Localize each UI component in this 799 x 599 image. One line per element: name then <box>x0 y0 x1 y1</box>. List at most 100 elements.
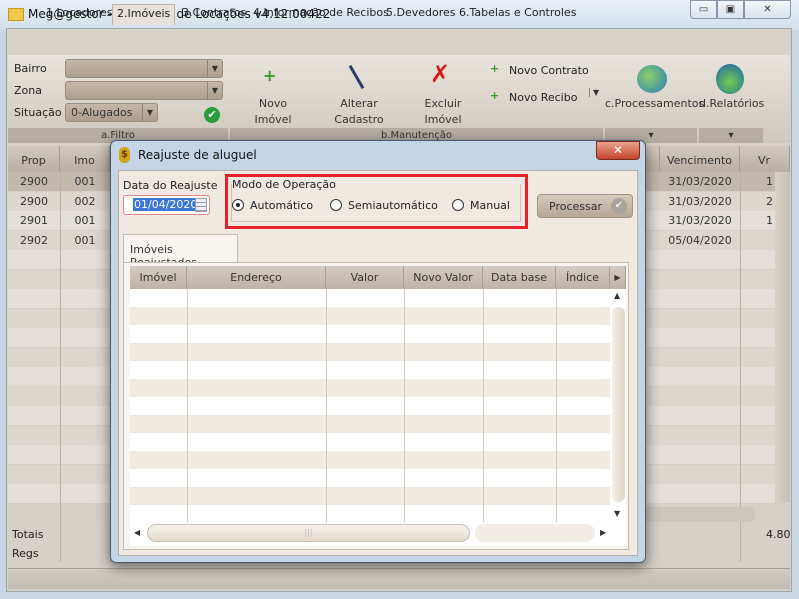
column-header-vr[interactable]: Vr <box>740 146 790 172</box>
radio-manual[interactable] <box>452 199 464 211</box>
table-row[interactable] <box>130 307 610 325</box>
grid-cell-venc: 31/03/2020 <box>668 194 732 208</box>
restore-button[interactable]: ▣ <box>717 0 744 19</box>
tab-contratos[interactable]: 3.Contratos <box>178 4 250 25</box>
column-header-prop[interactable]: Prop <box>8 146 60 172</box>
processar-button[interactable]: Processar ✔ <box>537 194 633 218</box>
main-tabs <box>8 30 790 55</box>
dialog-horizontal-scrollbar[interactable]: ◀ ||| ▶ <box>130 522 610 544</box>
novo-recibo-plus-icon: + <box>490 89 500 102</box>
excluir-imovel-button[interactable]: Excluir Imóvel <box>418 96 468 128</box>
grid-cell-prop: 2902 <box>20 233 48 247</box>
situacao-select[interactable]: 0-Alugados ▼ <box>65 103 158 122</box>
novo-recibo-button[interactable]: Novo Recibo <box>509 91 577 104</box>
scroll-right-icon[interactable]: ▶ <box>600 528 606 537</box>
excluir-label-2: Imóvel <box>424 113 462 126</box>
delete-x-icon: ✗ <box>430 60 451 88</box>
novo-imovel-label-2: Imóvel <box>254 113 292 126</box>
calendar-icon[interactable] <box>195 198 207 212</box>
tab-imoveis[interactable]: 2.Imóveis <box>112 4 176 25</box>
grid-cell-imo: 001 <box>74 214 96 227</box>
table-row[interactable] <box>130 505 610 523</box>
tab-locadores[interactable]: 1.Locadores <box>42 4 116 25</box>
table-row[interactable] <box>130 397 610 415</box>
grid-cell-vr: 1 <box>766 175 773 188</box>
table-row[interactable] <box>130 415 610 433</box>
data-reajuste-input[interactable]: 01/04/2020 <box>123 195 210 215</box>
column-header-valor[interactable]: Valor <box>326 266 404 289</box>
table-row[interactable] <box>130 379 610 397</box>
dialog-vertical-scrollbar[interactable]: ▲ ▼ <box>610 289 626 522</box>
column-divider <box>326 289 327 522</box>
novo-contrato-button[interactable]: Novo Contrato <box>509 64 589 77</box>
tab-informacao-recibos[interactable]: 4.Informação de Recibos <box>249 4 393 25</box>
bairro-select[interactable]: ▼ <box>65 59 223 78</box>
table-row[interactable] <box>130 325 610 343</box>
table-row[interactable] <box>130 469 610 487</box>
column-header-imovel[interactable]: Imóvel <box>130 266 187 289</box>
radio-semiautomatico-label[interactable]: Semiautomático <box>348 199 438 212</box>
processamentos-button[interactable]: c.Processamentos <box>605 96 704 112</box>
reports-icon <box>716 64 744 94</box>
globe-icon <box>637 65 667 93</box>
relatorios-arrow[interactable]: ▾ <box>699 128 763 143</box>
grid-cell-imo: 001 <box>74 233 96 247</box>
dialog-close-button[interactable]: ✕ <box>596 141 640 160</box>
more-dropdown-icon[interactable]: ▼ <box>589 88 599 97</box>
radio-automatico[interactable] <box>232 199 244 211</box>
grid-cell-prop: 2900 <box>20 175 48 188</box>
chevron-down-icon: ▼ <box>207 60 222 77</box>
column-header-endereco[interactable]: Endereço <box>187 266 326 289</box>
bairro-label: Bairro <box>14 62 47 75</box>
alterar-cadastro-button[interactable]: Alterar Cadastro <box>328 96 390 128</box>
status-bar <box>8 568 790 589</box>
radio-automatico-label[interactable]: Automático <box>250 199 313 212</box>
table-row[interactable] <box>130 361 610 379</box>
grid-cell-imo: 002 <box>74 194 96 208</box>
close-window-button[interactable]: ✕ <box>744 0 791 19</box>
grid-cell-vr: 1 <box>766 214 773 227</box>
apply-filter-check-icon[interactable]: ✔ <box>204 107 220 123</box>
zona-select[interactable]: ▼ <box>65 81 223 100</box>
horizontal-scroll-track <box>475 524 595 542</box>
alterar-label-2: Cadastro <box>334 113 384 126</box>
column-header-novo-valor[interactable]: Novo Valor <box>404 266 483 289</box>
novo-imovel-label-1: Novo <box>258 97 288 110</box>
chevron-down-icon: ▼ <box>207 82 222 99</box>
table-row[interactable] <box>130 451 610 469</box>
totais-value: 4.80 <box>766 528 791 541</box>
novo-imovel-plus-icon: + <box>263 66 277 85</box>
table-row[interactable] <box>130 343 610 361</box>
scroll-left-icon[interactable]: ◀ <box>134 528 140 537</box>
scroll-up-icon[interactable]: ▲ <box>614 291 620 300</box>
scroll-right-header-icon[interactable]: ▶ <box>610 266 626 289</box>
grid-cell-venc: 31/03/2020 <box>668 214 732 227</box>
situacao-value: 0-Alugados <box>71 106 133 119</box>
novo-imovel-button[interactable]: Novo Imóvel <box>248 96 298 128</box>
tab-imoveis-reajustados[interactable]: Imóveis Reajustados <box>123 234 238 269</box>
table-row[interactable] <box>130 289 610 307</box>
grid-cell-prop: 2900 <box>20 194 48 208</box>
radio-semiautomatico[interactable] <box>330 199 342 211</box>
vertical-scroll-thumb[interactable] <box>612 307 625 502</box>
horizontal-scroll-thumb[interactable]: ||| <box>147 524 470 542</box>
novo-contrato-plus-icon: + <box>490 62 500 75</box>
minimize-button[interactable]: ▭ <box>690 0 717 19</box>
relatorios-button[interactable]: d.Relatórios <box>699 96 764 112</box>
grid-column-divider <box>740 172 741 562</box>
column-header-vencimento[interactable]: Vencimento <box>660 146 740 172</box>
table-row[interactable] <box>130 433 610 451</box>
scroll-down-icon[interactable]: ▼ <box>614 509 620 518</box>
grid-vertical-scrollbar[interactable] <box>775 172 790 502</box>
processar-label: Processar <box>549 200 602 213</box>
radio-manual-label[interactable]: Manual <box>470 199 510 212</box>
tab-devedores[interactable]: 5.Devedores <box>382 4 460 25</box>
dialog-title: Reajuste de aluguel <box>138 148 257 162</box>
modo-operacao-label: Modo de Operação <box>232 178 339 191</box>
table-row[interactable] <box>130 487 610 505</box>
column-divider <box>187 289 188 522</box>
tab-tabelas-controles[interactable]: 6.Tabelas e Controles <box>455 4 580 25</box>
column-header-imo[interactable]: Imo <box>60 146 110 172</box>
column-header-indice[interactable]: Índice <box>556 266 610 289</box>
column-header-data-base[interactable]: Data base <box>483 266 556 289</box>
